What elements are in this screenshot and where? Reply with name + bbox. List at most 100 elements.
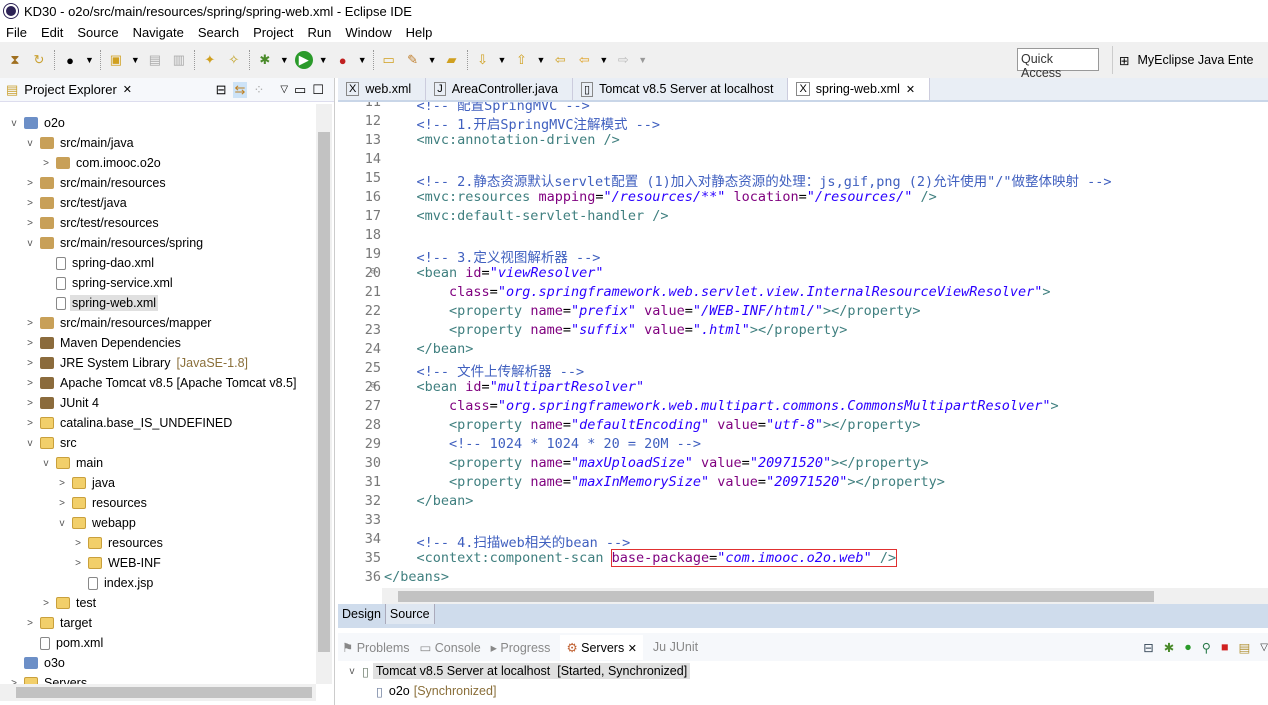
expand-icon[interactable]: > (24, 338, 36, 349)
tree-item[interactable]: index.jsp (72, 573, 155, 593)
expand-icon[interactable]: > (24, 218, 36, 229)
tab-source[interactable]: Source (385, 604, 435, 624)
hourglass-icon[interactable]: ⧗ (6, 51, 24, 69)
explorer-horizontal-scrollbar[interactable] (0, 684, 316, 701)
tree-item[interactable]: > Maven Dependencies (24, 333, 183, 353)
tree-item[interactable]: spring-dao.xml (40, 253, 156, 273)
server-row[interactable]: v ▯ Tomcat v8.5 Server at localhost [Sta… (346, 661, 691, 681)
tree-item[interactable]: v webapp (56, 513, 138, 533)
tree-item[interactable]: v o2o (8, 113, 67, 133)
open-perspective-icon[interactable]: ⊞ (1119, 53, 1129, 68)
menu-navigate[interactable]: Navigate (133, 25, 184, 40)
tree-item[interactable]: v main (40, 453, 105, 473)
dropdown-icon[interactable]: ▼ (85, 55, 94, 65)
tree-item[interactable]: > src/test/java (24, 193, 129, 213)
view-menu-icon[interactable]: ▽ (280, 84, 288, 95)
menu-search[interactable]: Search (198, 25, 239, 40)
prev-annotation-icon[interactable]: ⇧ (512, 51, 530, 69)
quick-access-input[interactable]: Quick Access (1017, 48, 1099, 80)
tree-item[interactable]: > test (40, 593, 98, 613)
start-server-icon[interactable]: ● (1184, 640, 1192, 654)
dropdown-icon[interactable]: ▼ (131, 55, 140, 65)
user-icon[interactable]: ● (61, 51, 79, 69)
dropdown-icon[interactable]: ▼ (498, 55, 507, 65)
perspective-switcher[interactable]: ⊞ MyEclipse Java Ente (1112, 46, 1268, 74)
save-icon[interactable]: ▤ (146, 51, 164, 69)
dropdown-icon[interactable]: ▼ (319, 55, 328, 65)
expand-icon[interactable]: > (72, 558, 84, 569)
tab-servers[interactable]: ⚙ Servers ✕ (560, 634, 643, 660)
expand-icon[interactable]: v (40, 458, 52, 469)
expand-icon[interactable]: > (56, 498, 68, 509)
editor-tab[interactable]: Xspring-web.xml ✕ (788, 78, 931, 100)
tree-item[interactable]: spring-web.xml (40, 293, 159, 313)
minimize-icon[interactable]: ▭ (294, 82, 306, 98)
tree-item[interactable]: > src/main/resources (24, 173, 168, 193)
open-type-icon[interactable]: ✦ (201, 51, 219, 69)
expand-icon[interactable]: > (40, 598, 52, 609)
close-icon[interactable]: ✕ (123, 83, 132, 96)
menu-project[interactable]: Project (253, 25, 293, 40)
editor-tab[interactable]: J AreaController.java (426, 78, 573, 100)
tree-item[interactable]: pom.xml (24, 633, 105, 653)
menu-help[interactable]: Help (406, 25, 433, 40)
dropdown-icon[interactable]: ▼ (638, 55, 647, 65)
tree-item[interactable]: > src/test/resources (24, 213, 161, 233)
tree-item[interactable]: > JRE System Library [JavaSE-1.8] (24, 353, 248, 373)
expand-icon[interactable]: v (24, 138, 36, 149)
filter-icon[interactable]: ⁘ (253, 82, 264, 98)
menu-edit[interactable]: Edit (41, 25, 63, 40)
folder-go-icon[interactable]: ▰ (443, 51, 461, 69)
forward-icon[interactable]: ⇨ (614, 51, 632, 69)
expand-icon[interactable]: v (56, 518, 68, 529)
last-edit-icon[interactable]: ⇦ (551, 51, 569, 69)
expand-icon[interactable]: v (8, 118, 20, 129)
tab-problems[interactable]: ⚑ Problems (342, 640, 409, 655)
code-area[interactable]: 11 <!-- 配置SpringMVC --> 12 <!-- 1.开启Sprin… (338, 102, 1268, 588)
run-icon[interactable]: ▶ (294, 51, 313, 69)
tree-item[interactable]: > resources (72, 533, 165, 553)
tree-item[interactable]: v src (24, 433, 79, 453)
expand-icon[interactable]: > (40, 158, 52, 169)
open-folder-icon[interactable]: ▭ (380, 51, 398, 69)
tree-item[interactable]: v src/main/java (24, 133, 136, 153)
dropdown-icon[interactable]: ▼ (280, 55, 289, 65)
collapse-icon[interactable]: ⊟ (1143, 640, 1153, 655)
tree-item[interactable]: > src/main/resources/mapper (24, 313, 213, 333)
new-icon[interactable]: ▣ (107, 51, 125, 69)
menu-file[interactable]: File (6, 25, 27, 40)
tab-console[interactable]: ▭ Console (419, 640, 480, 655)
close-icon[interactable]: ✕ (906, 83, 915, 96)
menu-run[interactable]: Run (308, 25, 332, 40)
maximize-icon[interactable]: ☐ (312, 82, 324, 98)
tree-item[interactable]: > catalina.base_IS_UNDEFINED (24, 413, 234, 433)
expand-icon[interactable]: > (24, 398, 36, 409)
tree-item[interactable]: > JUnit 4 (24, 393, 101, 413)
explorer-vertical-scrollbar[interactable] (316, 104, 332, 684)
expand-icon[interactable]: > (24, 198, 36, 209)
open-resource-icon[interactable]: ✧ (225, 51, 243, 69)
pen-icon[interactable]: ✎ (404, 51, 422, 69)
expand-icon[interactable]: v (24, 438, 36, 449)
tree-item[interactable]: > resources (56, 493, 149, 513)
link-editor-icon[interactable]: ⇆ (232, 81, 248, 98)
expand-icon[interactable]: > (24, 358, 36, 369)
next-annotation-icon[interactable]: ⇩ (474, 51, 492, 69)
refresh-icon[interactable]: ↻ (30, 51, 48, 69)
tree-item[interactable]: o3o (8, 653, 67, 673)
editor-tab[interactable]: Xweb.xml (338, 78, 427, 100)
tab-progress[interactable]: ▸ Progress (491, 640, 551, 655)
fold-icon[interactable]: ⊖ (370, 266, 376, 277)
dropdown-icon[interactable]: ▼ (599, 55, 608, 65)
menu-window[interactable]: Window (345, 25, 391, 40)
publish-icon[interactable]: ▤ (1238, 640, 1250, 655)
back-icon[interactable]: ⇦ (575, 51, 593, 69)
editor-horizontal-scrollbar[interactable] (382, 588, 1268, 604)
profile-server-icon[interactable]: ⚲ (1202, 640, 1211, 655)
tab-junit[interactable]: Ju JUnit (653, 640, 698, 654)
tree-item[interactable]: > com.imooc.o2o (40, 153, 163, 173)
close-icon[interactable]: ✕ (628, 643, 637, 655)
expand-icon[interactable]: > (24, 178, 36, 189)
debug-server-icon[interactable]: ✱ (1164, 640, 1174, 655)
tree-item[interactable]: v src/main/resources/spring (24, 233, 205, 253)
